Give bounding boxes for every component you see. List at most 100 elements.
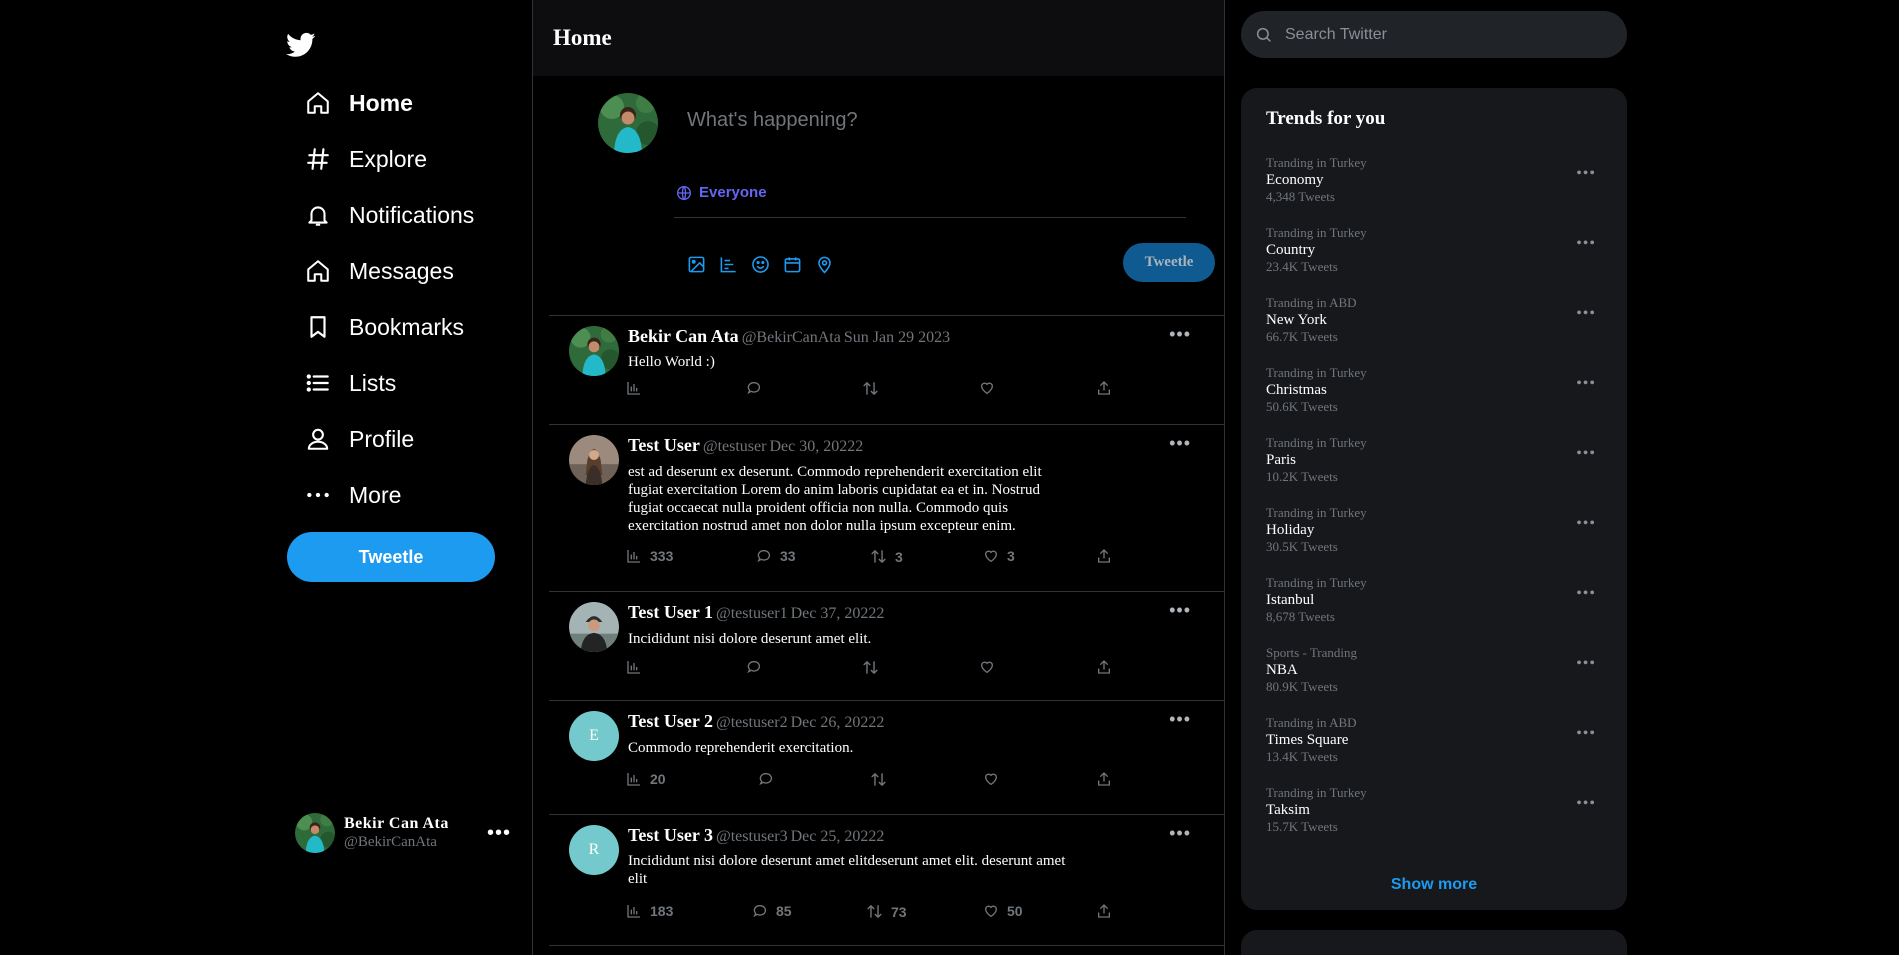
avatar[interactable]	[569, 602, 619, 652]
tweetle-button[interactable]: Tweetle	[287, 532, 495, 582]
nav-notifications[interactable]: Notifications	[303, 191, 474, 239]
trend-item[interactable]: Tranding in Turkey Taksim 15.7K Tweets •••	[1266, 785, 1606, 841]
more-dots-icon[interactable]: •••	[1169, 823, 1191, 844]
share-button[interactable]	[1096, 659, 1120, 675]
tweetle-compose-button[interactable]: Tweetle	[1123, 243, 1215, 282]
share-button[interactable]	[1096, 548, 1120, 564]
tweet[interactable]: Bekir Can Ata @BekirCanAta Sun Jan 29 2023…	[549, 315, 1225, 424]
more-dots-icon[interactable]: •••	[1576, 375, 1596, 393]
tweet-author-name[interactable]: Test User 2	[628, 711, 713, 731]
like-button[interactable]: 3	[983, 548, 1015, 564]
more-dots-icon[interactable]: •••	[1576, 515, 1596, 533]
retweet-button[interactable]: 73	[866, 903, 907, 920]
search-box[interactable]	[1241, 11, 1627, 58]
views-button[interactable]	[626, 380, 650, 396]
location-icon[interactable]	[814, 254, 835, 275]
like-button[interactable]	[979, 380, 1003, 396]
tweet[interactable]: E Test User 2 @testuser2 Dec 26, 20222 •••…	[549, 700, 1225, 814]
retweet-button[interactable]	[862, 659, 887, 676]
nav-lists-label: Lists	[349, 369, 397, 396]
views-button[interactable]: 20	[626, 771, 666, 787]
schedule-icon[interactable]	[782, 254, 803, 275]
more-dots-icon[interactable]: •••	[1576, 165, 1596, 183]
compose-toolbar	[686, 254, 835, 275]
trend-item[interactable]: Sports - Tranding NBA 80.9K Tweets •••	[1266, 645, 1606, 701]
more-dots-icon[interactable]: •••	[1169, 433, 1191, 454]
more-dots-icon[interactable]: •••	[1576, 795, 1596, 813]
tweet-author-name[interactable]: Bekir Can Ata	[628, 326, 739, 346]
tweet-author-name[interactable]: Test User 3	[628, 825, 713, 845]
more-dots-icon[interactable]: •••	[1169, 600, 1191, 621]
trend-item[interactable]: Tranding in ABD Times Square 13.4K Tweets •…	[1266, 715, 1606, 771]
retweet-button[interactable]	[870, 771, 895, 788]
nav-lists[interactable]: Lists	[303, 359, 396, 407]
more-dots-icon[interactable]: •••	[1576, 235, 1596, 253]
more-dots-icon[interactable]: •••	[1576, 655, 1596, 673]
nav-profile[interactable]: Profile	[303, 415, 414, 463]
avatar[interactable]	[569, 326, 619, 376]
twitter-bird-icon[interactable]	[286, 30, 316, 60]
nav-explore[interactable]: Explore	[303, 135, 427, 183]
trend-item[interactable]: Tranding in Turkey Country 23.4K Tweets •••	[1266, 225, 1606, 281]
nav-more[interactable]: More	[303, 471, 401, 519]
avatar[interactable]: E	[569, 711, 619, 761]
tweet-author-handle: @testuser3	[716, 828, 788, 845]
reply-button[interactable]: 33	[756, 548, 796, 564]
avatar[interactable]	[569, 435, 619, 485]
compose-input[interactable]	[687, 100, 1167, 140]
reply-button[interactable]: 85	[752, 903, 792, 919]
more-dots-icon[interactable]: •••	[487, 822, 511, 845]
trend-name: Holiday	[1266, 522, 1315, 538]
nav-bookmarks[interactable]: Bookmarks	[303, 303, 464, 351]
trend-count: 80.9K Tweets	[1266, 679, 1338, 694]
audience-selector[interactable]: Everyone	[676, 184, 767, 201]
nav-messages[interactable]: Messages	[303, 247, 454, 295]
tweet-actions: 183 85 73 50	[626, 903, 1116, 923]
reply-button[interactable]	[746, 380, 770, 396]
nav-messages-label: Messages	[349, 257, 454, 284]
share-icon	[1098, 772, 1110, 786]
nav-home[interactable]: Home	[303, 79, 413, 127]
poll-icon[interactable]	[718, 254, 739, 275]
tweet[interactable]: Test User @testuser Dec 30, 20222 ••• est …	[549, 424, 1225, 591]
trend-item[interactable]: Tranding in ABD New York 66.7K Tweets •••	[1266, 295, 1606, 351]
tweet-author-name[interactable]: Test User 1	[628, 602, 713, 622]
reply-button[interactable]	[758, 771, 782, 787]
image-icon[interactable]	[686, 254, 707, 275]
views-button[interactable]: 333	[626, 548, 673, 564]
views-button[interactable]	[626, 659, 650, 675]
views-button[interactable]: 183	[626, 903, 673, 919]
tweet[interactable]: R Test User 3 @testuser3 Dec 25, 20222 •••…	[549, 814, 1225, 946]
trend-category: Tranding in Turkey	[1266, 435, 1367, 450]
share-button[interactable]	[1096, 771, 1120, 787]
trend-item[interactable]: Tranding in Turkey Holiday 30.5K Tweets •••	[1266, 505, 1606, 561]
more-dots-icon[interactable]: •••	[1576, 305, 1596, 323]
views-count: 183	[650, 903, 674, 919]
search-input[interactable]	[1285, 25, 1605, 44]
nav-explore-label: Explore	[349, 145, 427, 172]
trend-item[interactable]: Tranding in Turkey Istanbul 8,678 Tweets ••…	[1266, 575, 1606, 631]
like-button[interactable]	[983, 771, 1007, 787]
retweet-button[interactable]	[862, 380, 887, 397]
more-dots-icon[interactable]: •••	[1576, 725, 1596, 743]
like-button[interactable]: 50	[983, 903, 1023, 919]
trend-item[interactable]: Tranding in Turkey Christmas 50.6K Tweets •…	[1266, 365, 1606, 421]
more-dots-icon[interactable]: •••	[1576, 585, 1596, 603]
like-button[interactable]	[979, 659, 1003, 675]
share-button[interactable]	[1096, 380, 1120, 396]
emoji-icon[interactable]	[750, 254, 771, 275]
more-dots-icon[interactable]: •••	[1576, 445, 1596, 463]
more-dots-icon[interactable]: •••	[1169, 709, 1191, 730]
trend-category: Tranding in Turkey	[1266, 785, 1367, 800]
share-button[interactable]	[1096, 903, 1120, 919]
tweet-author-name[interactable]: Test User	[628, 435, 700, 455]
trend-item[interactable]: Tranding in Turkey Paris 10.2K Tweets •••	[1266, 435, 1606, 491]
show-more-link[interactable]: Show more	[1241, 876, 1627, 894]
tweet[interactable]: Test User 1 @testuser1 Dec 37, 20222 ••• I…	[549, 591, 1225, 700]
avatar[interactable]: R	[569, 825, 619, 875]
more-dots-icon[interactable]: •••	[1169, 324, 1191, 345]
retweet-button[interactable]: 3	[870, 548, 903, 565]
trend-item[interactable]: Tranding in Turkey Economy 4,348 Tweets •••	[1266, 155, 1606, 211]
reply-button[interactable]	[746, 659, 770, 675]
account-switcher[interactable]: Bekir Can Ata @BekirCanAta •••	[295, 810, 511, 856]
